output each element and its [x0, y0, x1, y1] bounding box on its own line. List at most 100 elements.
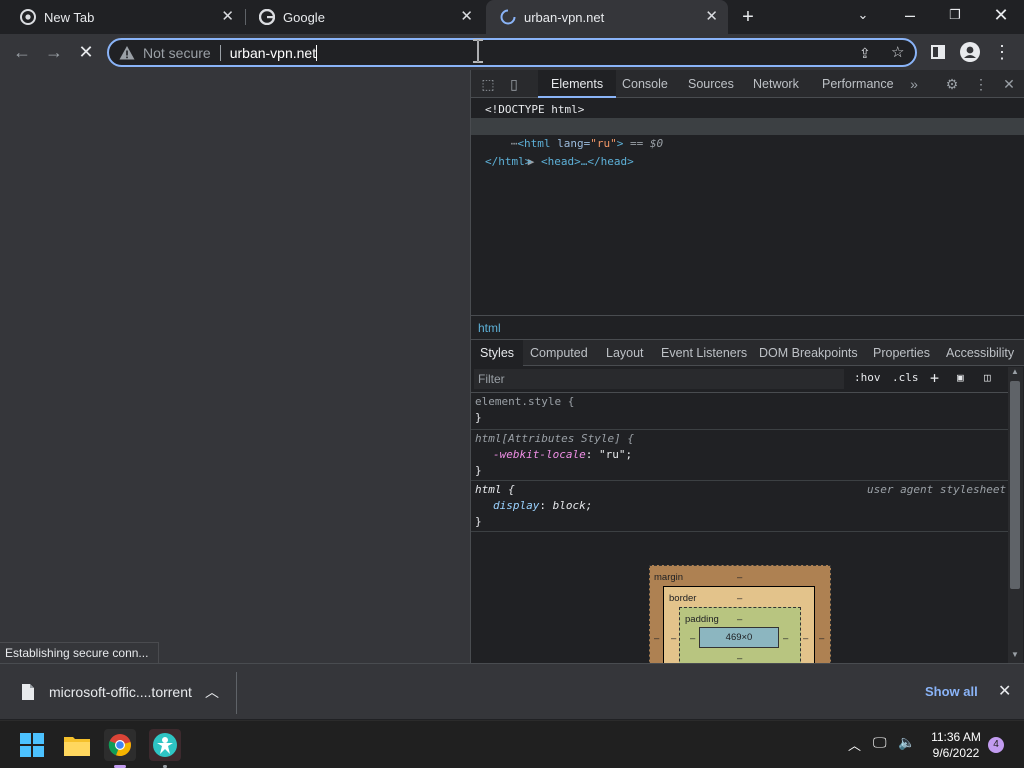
network-icon[interactable]: 🖵	[873, 734, 887, 751]
download-filename[interactable]: microsoft-offic....torrent	[49, 684, 192, 700]
file-icon	[22, 684, 34, 700]
sidebar-icon[interactable]	[926, 40, 950, 64]
urban-vpn-app-icon[interactable]	[149, 729, 181, 761]
rule-selector: html[Attributes Style] {	[475, 432, 634, 445]
filter-input[interactable]: Filter	[474, 369, 844, 389]
paint-roller-icon[interactable]: ▣	[957, 371, 964, 384]
status-bubble: Establishing secure conn...	[0, 642, 160, 664]
show-all-button[interactable]: Show all	[925, 684, 978, 699]
box-model: margin – border – padding – 469×0 – – – …	[649, 565, 831, 663]
tab-title: Google	[283, 9, 325, 25]
margin-label: margin	[654, 572, 684, 583]
tab-performance[interactable]: Performance	[822, 70, 894, 98]
page-viewport[interactable]	[0, 70, 470, 663]
padding-bottom-value: –	[737, 653, 743, 663]
box-content[interactable]: 469×0	[699, 627, 779, 648]
window-close-button[interactable]: ✕	[989, 3, 1013, 27]
rule-element-style[interactable]: element.style { }	[471, 393, 1009, 430]
windows-start-icon[interactable]	[16, 729, 48, 761]
minimize-button[interactable]: –	[898, 3, 922, 27]
toggle-sidebar-icon[interactable]: ◫	[984, 371, 991, 384]
border-top-value: –	[737, 593, 743, 604]
chevron-up-icon[interactable]: ︿	[205, 682, 219, 702]
rule-source: user agent stylesheet	[867, 483, 1007, 496]
dom-head[interactable]: ▶ <head>…</head>	[488, 136, 634, 168]
restore-button[interactable]: ❐	[943, 3, 967, 27]
address-bar[interactable]: Not secure urban-vpn.net ⇪ ☆	[107, 38, 917, 67]
dom-html-selected[interactable]: ⋯<html lang="ru"> == $0	[471, 118, 1024, 150]
forward-arrow-icon[interactable]: →	[42, 40, 66, 64]
rule-prop[interactable]: -webkit-locale	[493, 448, 586, 461]
close-icon[interactable]: ✕	[998, 681, 1011, 701]
profile-avatar-icon[interactable]	[958, 40, 982, 64]
url-text[interactable]: urban-vpn.net	[230, 45, 316, 61]
tab-layout[interactable]: Layout	[606, 340, 644, 366]
rule-selector: element.style {	[475, 395, 575, 408]
tab-accessibility[interactable]: Accessibility	[946, 340, 1014, 366]
scroll-down-arrow-icon[interactable]: ▼	[1011, 650, 1019, 659]
styles-scrollbar[interactable]: ▲ ▼	[1008, 367, 1023, 663]
scrollbar-thumb[interactable]	[1010, 381, 1020, 589]
dom-html-close[interactable]: </html>	[485, 153, 531, 170]
menu-kebab-icon[interactable]: ⋮	[990, 40, 1014, 64]
notification-badge[interactable]: 4	[988, 737, 1004, 753]
more-tabs-chevron-icon[interactable]: »	[906, 76, 922, 92]
dom-doctype[interactable]: <!DOCTYPE html>	[485, 101, 584, 118]
scroll-up-arrow-icon[interactable]: ▲	[1011, 367, 1019, 376]
device-toolbar-icon[interactable]: ▯	[506, 76, 522, 92]
avatar-icon	[960, 42, 980, 62]
close-icon[interactable]: ✕	[460, 9, 473, 25]
close-icon[interactable]: ✕	[705, 9, 718, 25]
tab-title: New Tab	[44, 9, 95, 25]
padding-left-value: –	[690, 633, 696, 644]
warning-triangle-icon	[119, 45, 135, 59]
tab-search-chevron-icon[interactable]: ⌄	[851, 3, 875, 27]
share-icon[interactable]: ⇪	[859, 45, 871, 62]
chrome-taskbar-icon[interactable]	[104, 729, 136, 761]
cls-toggle[interactable]: .cls	[892, 371, 919, 384]
close-icon[interactable]: ✕	[221, 9, 234, 25]
file-explorer-icon[interactable]	[61, 729, 93, 761]
tab-styles[interactable]: Styles	[471, 340, 524, 366]
breadcrumb-html[interactable]: html	[478, 321, 501, 335]
show-hidden-icons-chevron-icon[interactable]: ︿	[848, 735, 861, 754]
rule-value[interactable]: "ru";	[599, 448, 632, 461]
stop-loading-icon[interactable]: ✕	[74, 40, 98, 64]
tab-computed[interactable]: Computed	[530, 340, 588, 366]
tab-properties[interactable]: Properties	[873, 340, 930, 366]
new-tab-button[interactable]: +	[736, 5, 760, 29]
devtools-menu-icon[interactable]: ⋮	[973, 76, 989, 92]
chrome-icon	[20, 9, 36, 25]
tab-title: urban-vpn.net	[524, 9, 605, 25]
security-label[interactable]: Not secure	[143, 45, 211, 61]
back-arrow-icon[interactable]: ←	[10, 40, 34, 64]
google-icon	[259, 9, 275, 25]
tab-event-listeners[interactable]: Event Listeners	[661, 340, 747, 366]
inspect-element-icon[interactable]: ⬚	[480, 76, 496, 92]
tab-network[interactable]: Network	[753, 70, 799, 98]
rule-html-attributes[interactable]: html[Attributes Style] { -webkit-locale:…	[471, 430, 1009, 481]
clock-date: 9/6/2022	[932, 746, 980, 760]
tab-dom-breakpoints[interactable]: DOM Breakpoints	[759, 340, 858, 366]
settings-gear-icon[interactable]: ⚙	[944, 76, 960, 92]
tab-elements[interactable]: Elements	[538, 70, 617, 98]
tab-urban-vpn[interactable]: urban-vpn.net ✕	[486, 0, 728, 34]
add-rule-icon[interactable]: +	[930, 369, 939, 387]
styles-tabbar: Styles Computed Layout Event Listeners D…	[471, 340, 1024, 366]
devtools-tabbar: ⬚ ▯ Elements Console Sources Network Per…	[471, 70, 1024, 98]
dom-selected-marker: == $0	[630, 137, 664, 150]
system-clock[interactable]: 11:36 AM 9/6/2022	[925, 729, 987, 761]
bookmark-star-icon[interactable]: ☆	[891, 43, 904, 61]
dom-head-text: <head>…</head>	[541, 155, 634, 168]
tab-sources[interactable]: Sources	[688, 70, 734, 98]
hov-toggle[interactable]: :hov	[854, 371, 881, 384]
tab-google[interactable]: Google ✕	[245, 0, 483, 34]
rule-html-user-agent[interactable]: html { user agent stylesheet display: bl…	[471, 481, 1009, 532]
tab-new-tab[interactable]: New Tab ✕	[6, 0, 244, 34]
margin-top-value: –	[737, 572, 743, 583]
devtools-close-icon[interactable]: ✕	[1001, 76, 1017, 92]
breadcrumb: html	[471, 315, 1024, 340]
tab-console[interactable]: Console	[622, 70, 668, 98]
volume-icon[interactable]: 🔈	[898, 734, 915, 751]
tab-strip: New Tab ✕ Google ✕ urban-vpn.net ✕ + ⌄ –…	[0, 0, 1024, 34]
